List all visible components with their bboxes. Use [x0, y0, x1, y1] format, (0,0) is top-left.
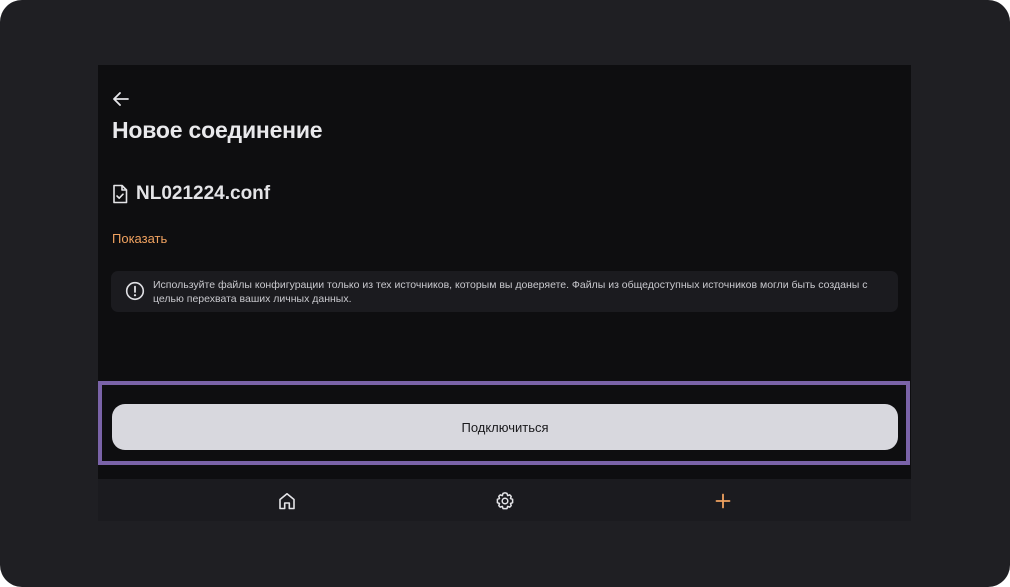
app-screen: Новое соединение NL021224.conf Показать … — [98, 65, 911, 521]
show-config-link[interactable]: Показать — [112, 231, 167, 246]
gear-icon — [496, 492, 514, 510]
nav-add[interactable] — [710, 488, 736, 514]
warning-text: Используйте файлы конфигурации только из… — [153, 279, 868, 305]
connect-button[interactable]: Подключиться — [112, 404, 898, 450]
file-check-icon — [113, 184, 128, 204]
back-button[interactable] — [110, 89, 132, 109]
bottom-nav — [98, 479, 911, 521]
info-circle-icon — [125, 281, 145, 301]
page-title: Новое соединение — [112, 117, 323, 143]
file-name: NL021224.conf — [136, 183, 271, 204]
arrow-left-icon — [113, 92, 129, 106]
plus-icon — [715, 493, 731, 509]
nav-settings[interactable] — [492, 488, 518, 514]
device-frame: Новое соединение NL021224.conf Показать … — [0, 0, 1010, 587]
home-icon — [279, 493, 295, 510]
warning-banner: Используйте файлы конфигурации только из… — [111, 271, 898, 312]
nav-home[interactable] — [274, 488, 300, 514]
file-row: NL021224.conf — [111, 182, 270, 206]
